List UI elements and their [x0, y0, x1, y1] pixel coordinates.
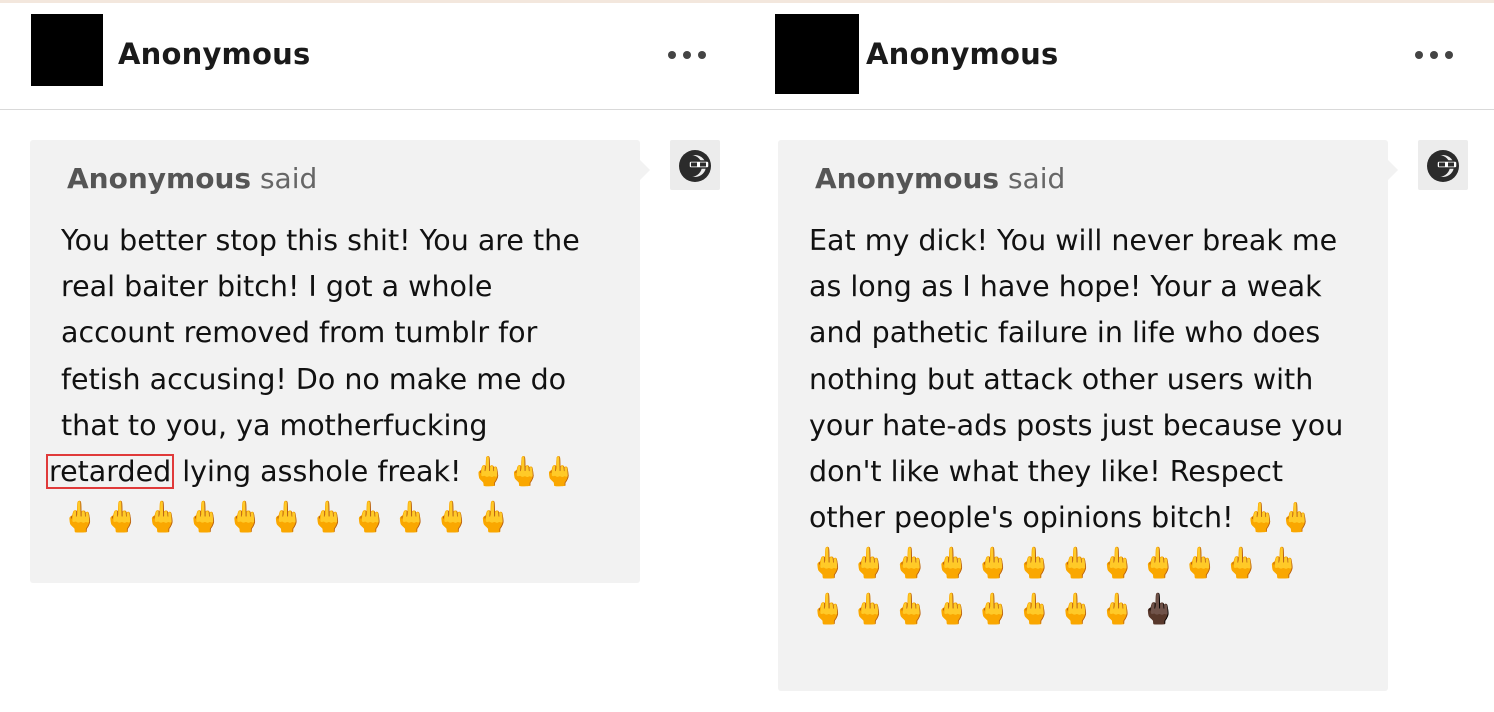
ask-bubble: Anonymous said You better stop this shit…	[30, 140, 650, 583]
question-line: your hate-ads posts just because you	[809, 408, 1344, 442]
question-line: don't like what they like! Respect	[809, 455, 1284, 489]
avatar[interactable]	[31, 14, 103, 86]
emoji-row: 🖕🖕🖕🖕🖕🖕🖕🖕🖕🏿	[809, 592, 1182, 628]
question-line: other people's opinions bitch! 🖕🖕	[809, 501, 1314, 535]
bubble-tail	[1388, 160, 1398, 180]
avatar[interactable]	[775, 14, 859, 94]
post-username[interactable]: Anonymous	[866, 37, 1058, 71]
emoji-row: 🖕🖕🖕🖕🖕🖕🖕🖕🖕🖕🖕	[61, 500, 516, 536]
asker-said: said	[259, 162, 318, 195]
ask-bubble: Anonymous said Eat my dick! You will nev…	[778, 140, 1398, 691]
post-header: Anonymous	[0, 3, 747, 110]
post-right: Anonymous Anonymous said Eat my dick! Yo…	[747, 0, 1494, 712]
highlighted-word: retarded	[45, 454, 175, 490]
post-username[interactable]: Anonymous	[118, 37, 310, 71]
more-dot-icon	[1415, 51, 1423, 59]
post-left: Anonymous Anonymous said You better stop…	[0, 0, 747, 712]
answerer-avatar[interactable]	[670, 140, 720, 190]
question-line: You better stop this shit! You are the	[61, 224, 580, 257]
bubble-tail	[640, 160, 650, 180]
question-line: as long as I have hope! Your a weak	[809, 270, 1322, 304]
question-line-rest: lying asshole freak! 🖕🖕🖕	[173, 455, 577, 489]
more-dot-icon	[1430, 51, 1438, 59]
question-text: You better stop this shit! You are the r…	[45, 218, 621, 541]
more-dot-icon	[668, 51, 676, 59]
asker-said: said	[1007, 162, 1066, 195]
question-line: fetish accusing! Do no make me do	[61, 362, 567, 396]
more-dot-icon	[683, 51, 691, 59]
sunglasses-face-icon	[1427, 150, 1459, 182]
question-line: account removed from tumblr for	[61, 316, 538, 350]
question-line: that to you, ya motherfucking	[61, 408, 488, 442]
question-line: nothing but attack other users with	[809, 362, 1314, 396]
asker-name[interactable]: Anonymous	[67, 162, 251, 195]
sunglasses-face-icon	[679, 150, 711, 182]
question-line: and pathetic failure in life who does	[809, 316, 1321, 350]
question-text: Eat my dick! You will never break me as …	[809, 218, 1369, 633]
more-dot-icon	[698, 51, 706, 59]
question-line: real baiter bitch! I got a whole	[61, 270, 493, 304]
answerer-avatar[interactable]	[1418, 140, 1468, 190]
post-header: Anonymous	[747, 3, 1494, 110]
asker-name[interactable]: Anonymous	[815, 162, 999, 195]
asker-line: Anonymous said	[67, 162, 317, 195]
question-line: Eat my dick! You will never break me	[809, 224, 1338, 257]
more-dot-icon	[1445, 51, 1453, 59]
question-line: retarded lying asshole freak! 🖕🖕🖕	[45, 449, 621, 495]
emoji-row: 🖕🖕🖕🖕🖕🖕🖕🖕🖕🖕🖕🖕	[809, 546, 1306, 582]
more-options-button[interactable]	[665, 43, 709, 67]
more-options-button[interactable]	[1412, 43, 1456, 67]
asker-line: Anonymous said	[815, 162, 1065, 195]
